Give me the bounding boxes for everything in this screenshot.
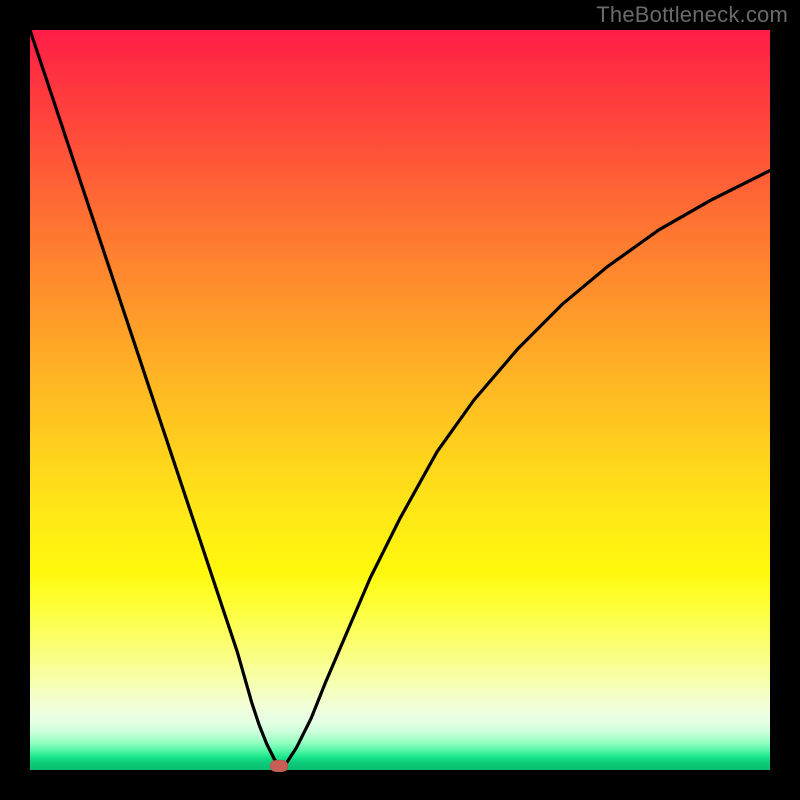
- chart-frame: TheBottleneck.com: [0, 0, 800, 800]
- bottleneck-curve: [30, 30, 770, 766]
- plot-area: [30, 30, 770, 770]
- optimal-point-marker: [270, 760, 288, 772]
- curve-svg: [30, 30, 770, 770]
- watermark-text: TheBottleneck.com: [596, 2, 788, 28]
